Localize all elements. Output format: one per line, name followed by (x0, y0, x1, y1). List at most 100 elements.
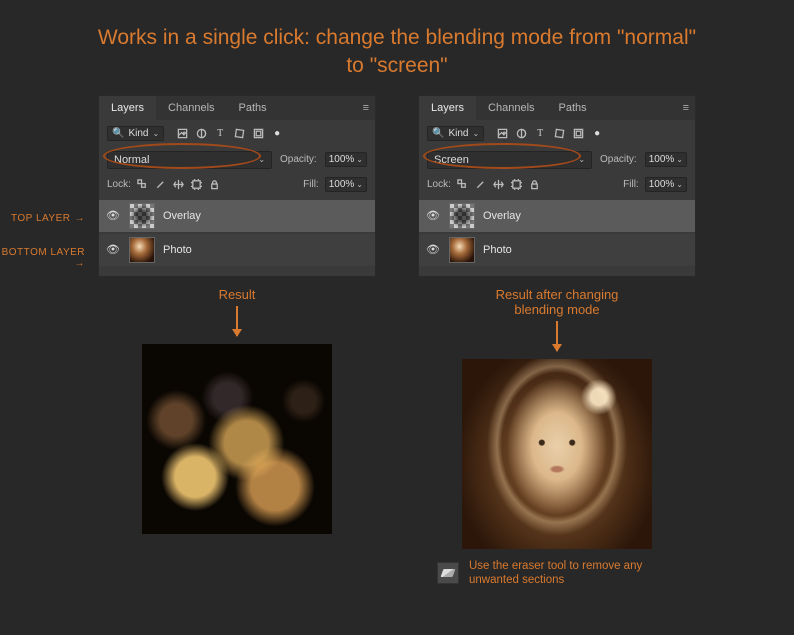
visibility-icon[interactable]: 👁 (425, 243, 441, 256)
lock-transparency-icon[interactable] (137, 178, 149, 190)
filter-row: 🔍 Kind ⌄ T ● (419, 120, 695, 147)
result-label-after: Result after changing blending mode (477, 287, 637, 351)
panel-menu-icon[interactable]: ≡ (363, 102, 369, 114)
result-preview-before (142, 344, 332, 534)
tab-channels[interactable]: Channels (476, 96, 546, 120)
result-text: Result (219, 287, 256, 302)
blend-mode-value: Screen (434, 154, 469, 166)
bottom-layer-label: BOTTOM LAYER (2, 247, 85, 258)
lock-position-icon[interactable] (173, 178, 185, 190)
panel-tabs: Layers Channels Paths ≡ (99, 96, 375, 120)
comparison-row: TOP LAYER→ BOTTOM LAYER→ Layers Channels… (0, 95, 794, 588)
chevron-down-icon: ⌄ (676, 180, 683, 189)
blend-mode-dropdown[interactable]: Normal ⌄ (107, 151, 272, 169)
blend-mode-dropdown[interactable]: Screen ⌄ (427, 151, 592, 169)
filter-pixel-icon[interactable] (496, 127, 508, 139)
filter-adjust-icon[interactable] (515, 127, 527, 139)
layer-name: Photo (163, 244, 192, 256)
layer-name: Overlay (163, 210, 201, 222)
arrow-down-icon (236, 306, 238, 336)
kind-label: Kind (448, 128, 468, 139)
lock-artboard-icon[interactable] (191, 178, 203, 190)
lock-position-icon[interactable] (493, 178, 505, 190)
filter-shape-icon[interactable] (233, 127, 245, 139)
result-text: Result after changing blending mode (477, 287, 637, 317)
tab-channels[interactable]: Channels (156, 96, 226, 120)
layers-panel-before: Layers Channels Paths ≡ 🔍 Kind ⌄ T ● (98, 95, 376, 277)
instruction-heading: Works in a single click: change the blen… (0, 0, 794, 95)
chevron-down-icon: ⌄ (356, 155, 363, 164)
tab-paths[interactable]: Paths (227, 96, 279, 120)
arrow-right-icon: → (75, 213, 86, 224)
panel-menu-icon[interactable]: ≡ (683, 102, 689, 114)
filter-kind-dropdown[interactable]: 🔍 Kind ⌄ (427, 126, 484, 141)
layer-row-photo[interactable]: 👁 Photo (99, 234, 375, 266)
fill-dropdown[interactable]: 100% ⌄ (645, 177, 687, 192)
top-layer-label: TOP LAYER (11, 213, 71, 224)
filter-adjust-icon[interactable] (195, 127, 207, 139)
filter-dot-icon[interactable]: ● (591, 127, 603, 139)
lock-label: Lock: (427, 179, 451, 190)
filter-dot-icon[interactable]: ● (271, 127, 283, 139)
opacity-label: Opacity: (280, 154, 317, 165)
layer-list: 👁 Overlay 👁 Photo (419, 196, 695, 276)
filter-smart-icon[interactable] (252, 127, 264, 139)
tab-layers[interactable]: Layers (419, 96, 476, 120)
layer-thumbnail (129, 203, 155, 229)
filter-shape-icon[interactable] (553, 127, 565, 139)
after-column: Layers Channels Paths ≡ 🔍 Kind ⌄ T ● (407, 95, 707, 588)
chevron-down-icon: ⌄ (472, 129, 479, 138)
layer-row-photo[interactable]: 👁 Photo (419, 234, 695, 266)
lock-transparency-icon[interactable] (457, 178, 469, 190)
layer-row-overlay[interactable]: 👁 Overlay (99, 200, 375, 232)
fill-label: Fill: (623, 179, 639, 190)
kind-label: Kind (128, 128, 148, 139)
result-label-before: Result (219, 287, 256, 336)
lock-all-icon[interactable] (529, 178, 541, 190)
lock-fill-row: Lock: Fill: 100% ⌄ (419, 173, 695, 196)
layer-thumbnail (449, 237, 475, 263)
lock-fill-row: Lock: Fill: 100% ⌄ (99, 173, 375, 196)
filter-type-icon[interactable]: T (214, 127, 226, 139)
lock-all-icon[interactable] (209, 178, 221, 190)
fill-value: 100% (329, 179, 355, 190)
tab-paths[interactable]: Paths (547, 96, 599, 120)
opacity-dropdown[interactable]: 100% ⌄ (645, 152, 687, 167)
blend-opacity-row: Normal ⌄ Opacity: 100% ⌄ (99, 147, 375, 173)
before-column: TOP LAYER→ BOTTOM LAYER→ Layers Channels… (87, 95, 387, 588)
layer-thumbnail (129, 237, 155, 263)
visibility-icon[interactable]: 👁 (105, 209, 121, 222)
fill-label: Fill: (303, 179, 319, 190)
chevron-down-icon: ⌄ (152, 129, 159, 138)
layers-panel-after: Layers Channels Paths ≡ 🔍 Kind ⌄ T ● (418, 95, 696, 277)
layer-row-overlay[interactable]: 👁 Overlay (419, 200, 695, 232)
filter-smart-icon[interactable] (572, 127, 584, 139)
opacity-dropdown[interactable]: 100% ⌄ (325, 152, 367, 167)
blend-opacity-row: Screen ⌄ Opacity: 100% ⌄ (419, 147, 695, 173)
chevron-down-icon: ⌄ (676, 155, 683, 164)
filter-type-icon[interactable]: T (534, 127, 546, 139)
eraser-tip: Use the eraser tool to remove any unwant… (437, 559, 677, 588)
arrow-right-icon: → (75, 258, 86, 269)
result-preview-after (462, 359, 652, 549)
layer-name: Photo (483, 244, 512, 256)
lock-artboard-icon[interactable] (511, 178, 523, 190)
opacity-label: Opacity: (600, 154, 637, 165)
fill-value: 100% (649, 179, 675, 190)
visibility-icon[interactable]: 👁 (425, 209, 441, 222)
search-icon: 🔍 (432, 128, 444, 139)
fill-dropdown[interactable]: 100% ⌄ (325, 177, 367, 192)
tab-layers[interactable]: Layers (99, 96, 156, 120)
filter-pixel-icon[interactable] (176, 127, 188, 139)
chevron-down-icon: ⌄ (258, 155, 265, 164)
eraser-icon (437, 562, 459, 584)
arrow-down-icon (556, 321, 558, 351)
filter-kind-dropdown[interactable]: 🔍 Kind ⌄ (107, 126, 164, 141)
lock-paint-icon[interactable] (155, 178, 167, 190)
lock-paint-icon[interactable] (475, 178, 487, 190)
lock-label: Lock: (107, 179, 131, 190)
visibility-icon[interactable]: 👁 (105, 243, 121, 256)
layer-thumbnail (449, 203, 475, 229)
chevron-down-icon: ⌄ (356, 180, 363, 189)
panel-tabs: Layers Channels Paths ≡ (419, 96, 695, 120)
